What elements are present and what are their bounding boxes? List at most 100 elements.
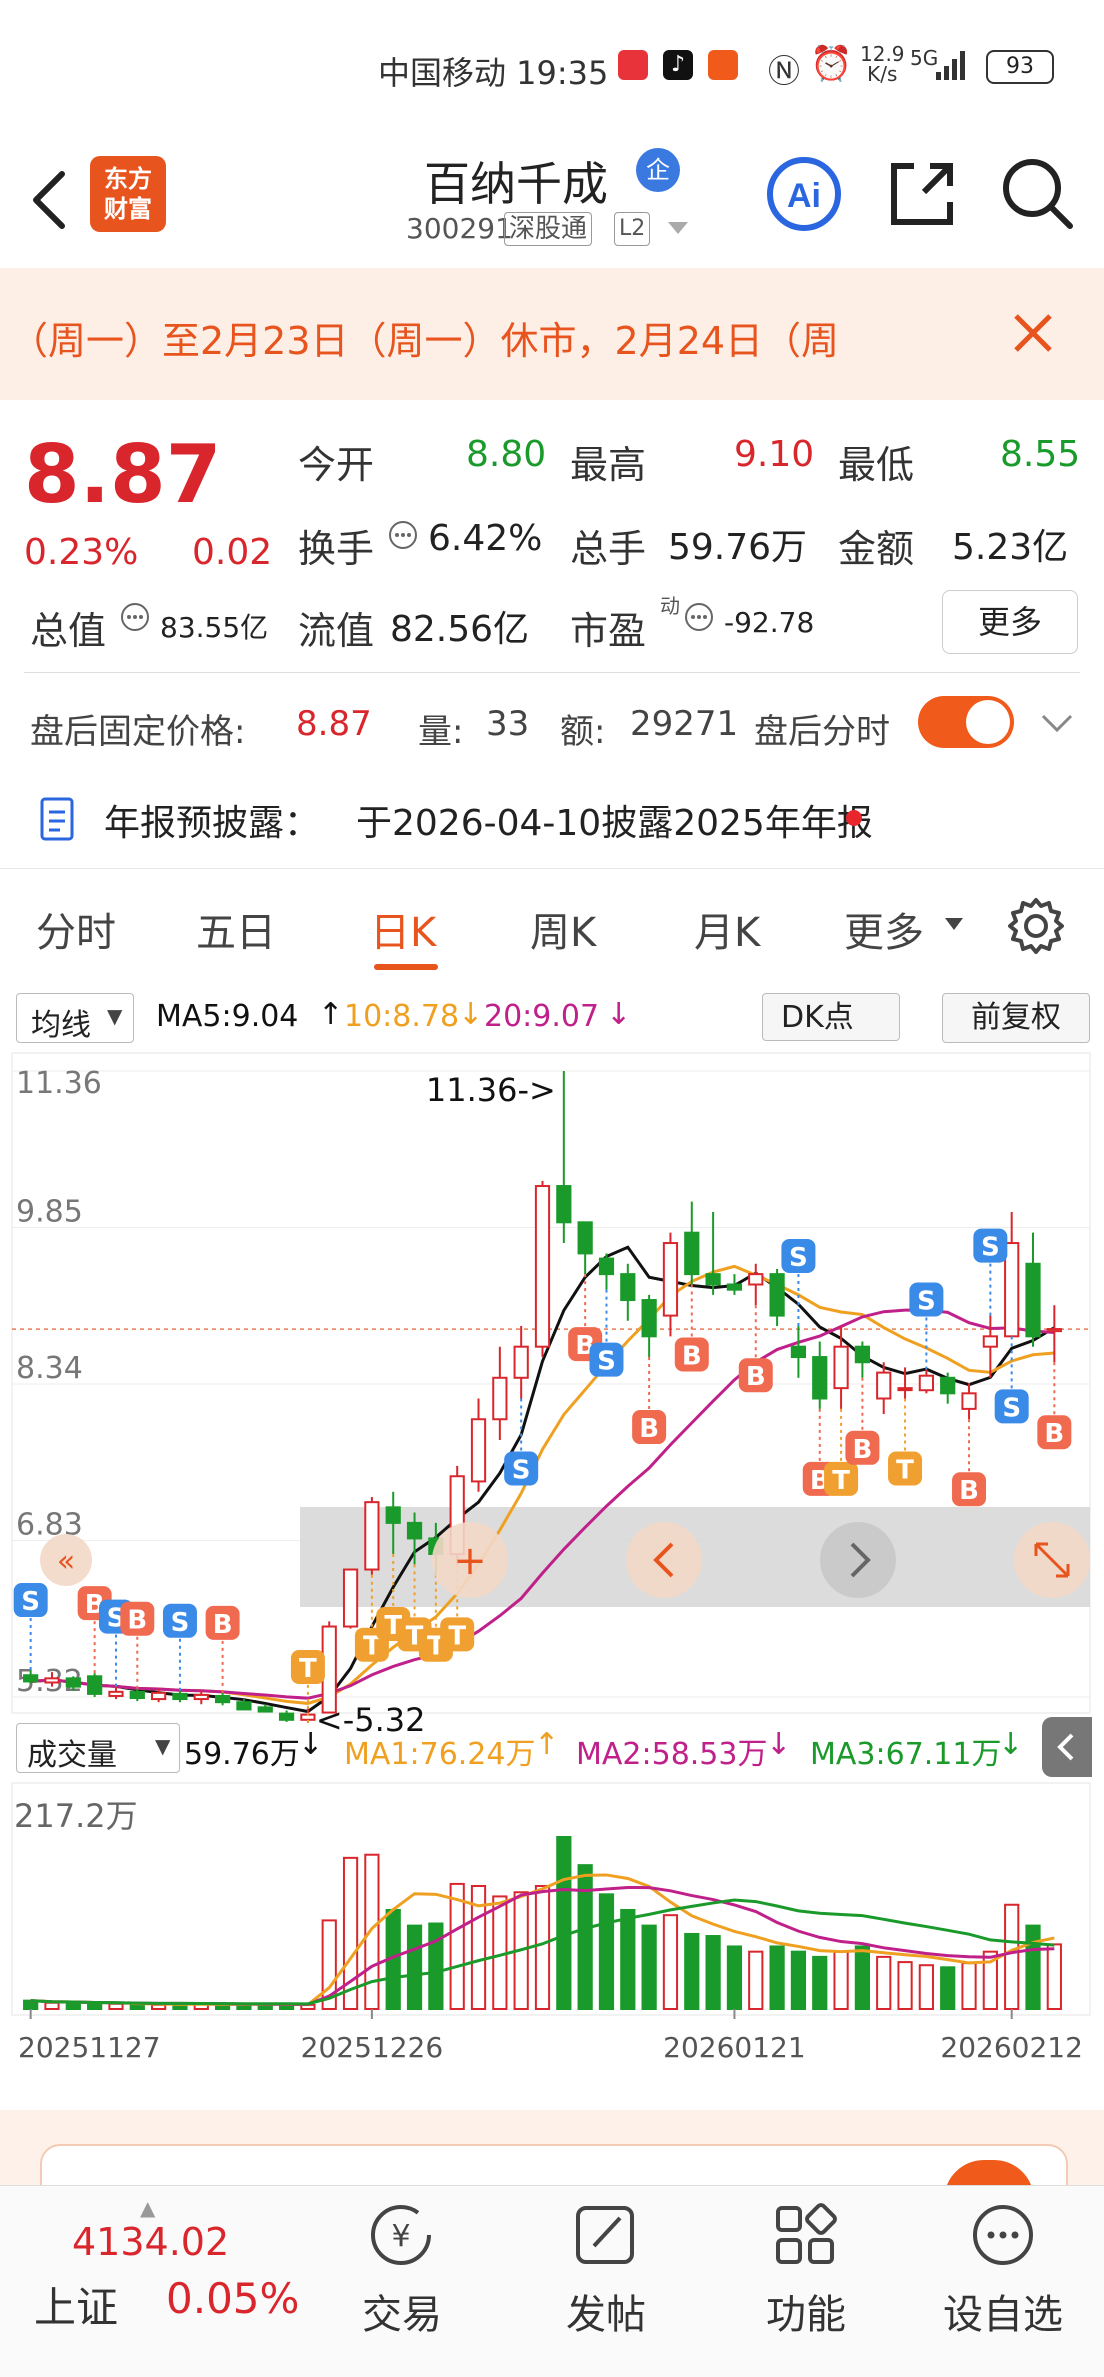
ai-assistant-icon[interactable]: Ai [764,154,844,234]
forward-adjust-button[interactable]: 前复权 [942,993,1090,1043]
volume-select-label: 成交量 [27,1738,117,1773]
search-icon[interactable] [998,154,1078,234]
function-grid-icon[interactable] [770,2200,840,2270]
caret-down-icon[interactable] [944,916,964,930]
nav-post[interactable]: 发帖 [544,2282,668,2340]
share-icon[interactable] [884,156,960,232]
info-dots-icon[interactable] [120,602,150,632]
eastmoney-logo: 东方 财富 [90,156,166,232]
index-name[interactable]: 上证 [34,2274,118,2335]
candle-body [577,1221,593,1255]
after-hours-price: 8.87 [296,704,372,744]
unread-dot [846,810,862,826]
y-tick-label: 8.34 [16,1351,83,1386]
chart-fullscreen-icon[interactable] [1014,1522,1090,1598]
caret-down-icon: ▼ [155,1734,171,1758]
volume-bar [65,2001,81,2011]
bottom-nav: 4134.02 ▲ 上证 0.05% ¥ 交易 发帖 功能 设自选 [0,2185,1104,2377]
tab-daily-k[interactable]: 日K [370,900,436,958]
info-dots-icon[interactable] [684,602,714,632]
candle-body [620,1273,636,1302]
trade-icon[interactable]: ¥ [366,2200,436,2270]
enterprise-badge: 企 [636,148,680,192]
dropdown-icon[interactable] [666,220,690,236]
volume-bar [87,2002,103,2011]
chart-prev-button[interactable] [626,1522,702,1598]
chart-crosshair-button[interactable]: + [432,1522,508,1598]
volume-current: 59.76万 [184,1737,300,1772]
signal-letter: S [981,1233,1000,1263]
tab-five-day[interactable]: 五日 [196,900,276,958]
candle-body [833,1345,849,1390]
volume-bar [129,2003,145,2011]
info-dots-icon[interactable] [388,520,418,550]
price-change-percent: 0.23% [24,532,139,573]
after-hours-vol: 33 [486,704,530,744]
net-speed: 12.9 K/s [860,42,905,86]
candle-body [108,1690,124,1697]
open-label: 今开 [298,443,375,487]
candle-body [87,1675,103,1695]
signal-letter: B [639,1414,659,1444]
signal-letter: S [789,1243,808,1273]
volume-bar [790,1950,807,2011]
dk-point-button[interactable]: DK点 [762,993,900,1041]
more-dots-icon[interactable] [968,2200,1038,2270]
back-icon[interactable] [24,160,74,240]
chevron-down-icon[interactable] [1040,712,1074,734]
candle-body [1046,1328,1062,1333]
volume-bar [769,1945,785,2010]
kline-svg[interactable]: 11.369.858.346.835.32 11.36-><-5.32 SBSB… [0,1047,1104,2107]
ma-select-label: 均线 [31,1008,91,1043]
volume-bar [961,1962,977,2011]
volume-bar [1004,1903,1020,2010]
after-hours-toggle[interactable] [918,696,1014,748]
candle-body [705,1273,721,1286]
close-icon[interactable] [1010,310,1056,356]
signal-letter: S [917,1286,936,1316]
candle-body [556,1185,572,1224]
more-button[interactable]: 更多 [942,590,1078,654]
annual-report-text[interactable]: 于2026-04-10披露2025年年报 [356,794,873,846]
chart-next-button[interactable] [820,1522,896,1598]
nav-add-watchlist[interactable]: 设自选 [928,2282,1078,2340]
candle-body [876,1371,892,1400]
arrow-down-icon: ↓ [766,1727,792,1762]
signal-letter: B [1044,1419,1064,1449]
arrow-up-icon: ↑ [534,1727,560,1762]
gear-icon[interactable] [1004,894,1068,958]
tab-monthly-k[interactable]: 月K [694,900,760,958]
collapse-panel-icon[interactable] [1042,1717,1092,1777]
tab-weekly-k[interactable]: 周K [530,900,596,958]
volume-select[interactable]: 成交量 ▼ [16,1723,180,1773]
stock-header: 东方 财富 百纳千成 企 300291 深股通 L2 Ai [0,140,1104,269]
tab-more[interactable]: 更多 [844,900,924,958]
chart-zoom-out-icon[interactable]: « [40,1534,92,1586]
signal-letter: T [832,1466,850,1496]
high-value: 9.10 [734,434,815,475]
nav-function[interactable]: 功能 [744,2282,868,2340]
candle-body [364,1501,380,1571]
volume-max-label: 217.2万 [14,1797,138,1835]
alarm-icon: ⏰ [810,44,853,84]
volume-bar [918,1964,934,2011]
index-percent[interactable]: 0.05% [166,2274,299,2323]
tab-intraday[interactable]: 分时 [36,900,116,958]
post-icon[interactable] [570,2200,640,2270]
candle-body [982,1335,998,1348]
volume-bar [705,1935,721,2010]
open-value: 8.80 [466,434,547,475]
signal-letter: S [21,1587,40,1617]
pe-dynamic-sup: 动 [660,594,680,618]
nav-trade[interactable]: 交易 [340,2282,464,2340]
market-holiday-notice[interactable]: （周一）至2月23日（周一）休市，2月24日（周 [0,268,1104,400]
candle-body [236,1701,252,1711]
volume-bar [726,1945,743,2010]
index-value[interactable]: 4134.02 [72,2220,229,2264]
volume-bar [748,1950,764,2011]
candle-body [214,1694,231,1704]
signal-letter: T [448,1621,466,1651]
kline-chart-area[interactable]: 均线 ▼ MA5:9.04 ↑ 10:8.78 ↓ 20:9.07 ↓ DK点 … [0,985,1104,2110]
promo-card-strip [0,2110,1104,2208]
ma-select[interactable]: 均线 ▼ [16,993,134,1043]
